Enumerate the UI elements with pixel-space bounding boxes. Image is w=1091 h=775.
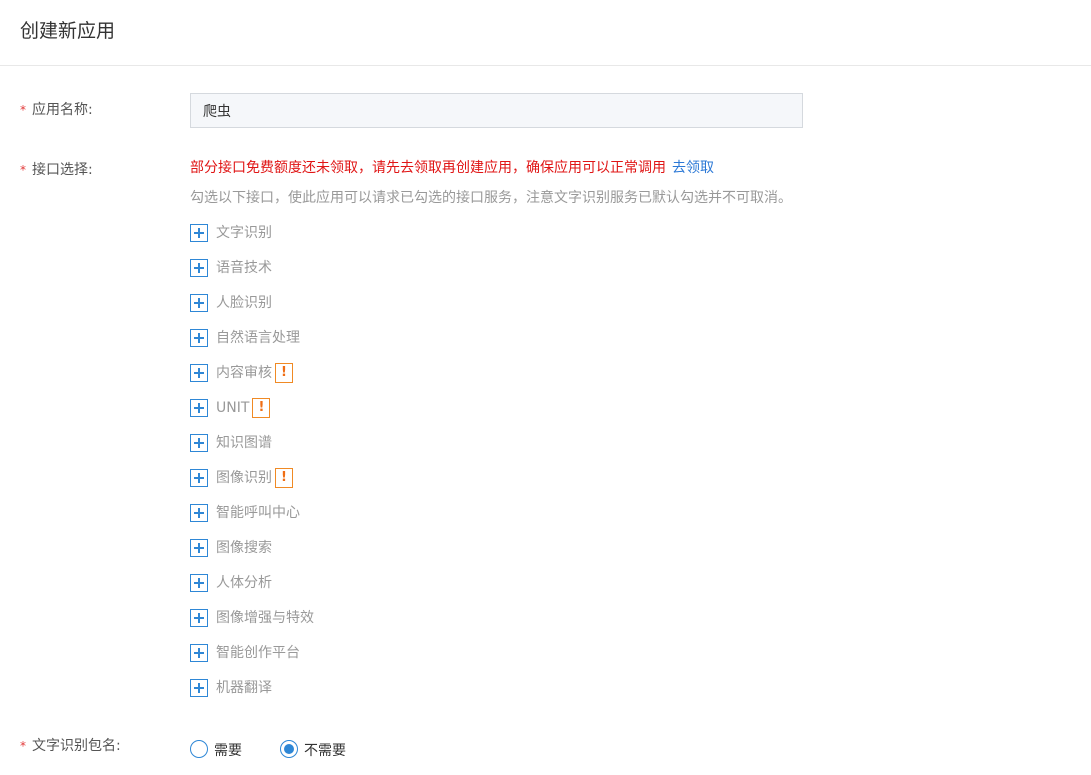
app-name-label-text: 应用名称: (32, 102, 93, 118)
api-item[interactable]: 图像搜索 (190, 538, 314, 573)
api-item-label: 智能创作平台 (216, 645, 300, 661)
api-item-label: UNIT (216, 400, 250, 416)
quota-warning: 部分接口免费额度还未领取，请先去领取再创建应用，确保应用可以正常调用 去领取 (190, 158, 714, 178)
api-item[interactable]: 机器翻译 (190, 678, 314, 713)
api-item[interactable]: 语音技术 (190, 258, 314, 293)
api-item[interactable]: 智能创作平台 (190, 643, 314, 678)
alert-icon[interactable]: ! (275, 468, 293, 488)
app-name-label: * 应用名称: (20, 100, 93, 120)
api-item-label: 人脸识别 (216, 295, 272, 311)
expand-plus-icon[interactable] (190, 399, 208, 417)
api-select-label: * 接口选择: (20, 160, 93, 180)
alert-icon[interactable]: ! (252, 398, 271, 418)
page-title: 创建新应用 (20, 20, 116, 42)
api-select-hint: 勾选以下接口，使此应用可以请求已勾选的接口服务，注意文字识别服务已默认勾选并不可… (190, 190, 792, 206)
expand-plus-icon[interactable] (190, 609, 208, 627)
radio-need-label: 需要 (214, 743, 242, 759)
radio-need[interactable] (190, 740, 208, 758)
required-mark: * (20, 163, 26, 177)
expand-plus-icon[interactable] (190, 294, 208, 312)
api-item-label: 图像识别 (216, 470, 272, 486)
expand-plus-icon[interactable] (190, 679, 208, 697)
api-item[interactable]: 文字识别 (190, 223, 314, 258)
api-item-label: 语音技术 (216, 260, 272, 276)
api-item-label: 知识图谱 (216, 435, 272, 451)
api-select-label-text: 接口选择: (32, 162, 93, 178)
api-item-label: 文字识别 (216, 225, 272, 241)
api-item-label: 自然语言处理 (216, 330, 300, 346)
api-item[interactable]: 图像增强与特效 (190, 608, 314, 643)
ocr-package-label-text: 文字识别包名: (32, 738, 121, 754)
app-name-input[interactable] (190, 93, 803, 128)
expand-plus-icon[interactable] (190, 364, 208, 382)
api-item[interactable]: 人体分析 (190, 573, 314, 608)
required-mark: * (20, 739, 26, 753)
claim-quota-link[interactable]: 去领取 (672, 160, 714, 176)
api-item-label: 图像搜索 (216, 540, 272, 556)
api-item[interactable]: 图像识别! (190, 468, 314, 503)
ocr-package-label: * 文字识别包名: (20, 736, 121, 756)
api-item[interactable]: 自然语言处理 (190, 328, 314, 363)
api-item[interactable]: 智能呼叫中心 (190, 503, 314, 538)
expand-plus-icon[interactable] (190, 434, 208, 452)
radio-option-need[interactable]: 需要 (190, 737, 242, 761)
api-list: 文字识别 语音技术 人脸识别 自然语言处理 内容审核! UNIT! 知识图谱 图像识别! 智能呼… (190, 223, 314, 713)
quota-warning-text: 部分接口免费额度还未领取，请先去领取再创建应用，确保应用可以正常调用 (190, 160, 666, 176)
expand-plus-icon[interactable] (190, 539, 208, 557)
radio-option-not-need[interactable]: 不需要 (280, 737, 346, 761)
api-item[interactable]: 内容审核! (190, 363, 314, 398)
page-header: 创建新应用 (0, 0, 1091, 66)
api-item-label: 图像增强与特效 (216, 610, 314, 626)
api-item-label: 机器翻译 (216, 680, 272, 696)
api-item-label: 人体分析 (216, 575, 272, 591)
api-item[interactable]: UNIT! (190, 398, 314, 433)
api-item[interactable]: 知识图谱 (190, 433, 314, 468)
expand-plus-icon[interactable] (190, 259, 208, 277)
api-item[interactable]: 人脸识别 (190, 293, 314, 328)
expand-plus-icon[interactable] (190, 224, 208, 242)
required-mark: * (20, 103, 26, 117)
radio-not-need[interactable] (280, 740, 298, 758)
api-item-label: 智能呼叫中心 (216, 505, 300, 521)
api-item-label: 内容审核 (216, 365, 272, 381)
alert-icon[interactable]: ! (275, 363, 293, 383)
expand-plus-icon[interactable] (190, 469, 208, 487)
expand-plus-icon[interactable] (190, 504, 208, 522)
expand-plus-icon[interactable] (190, 329, 208, 347)
radio-not-need-label: 不需要 (304, 743, 346, 759)
expand-plus-icon[interactable] (190, 574, 208, 592)
ocr-package-radio-group: 需要 不需要 (190, 737, 384, 761)
expand-plus-icon[interactable] (190, 644, 208, 662)
